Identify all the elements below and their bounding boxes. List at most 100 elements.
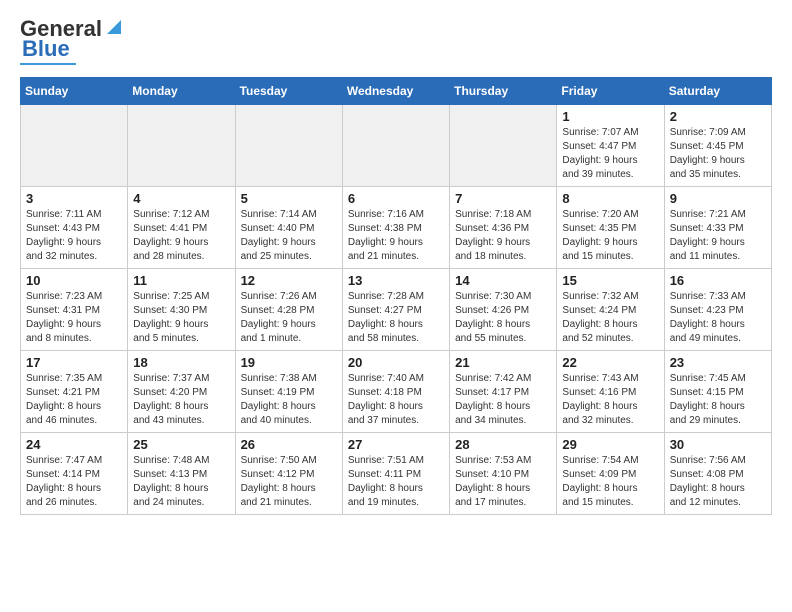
day-number: 15 [562,273,658,288]
week-row-2: 3 Sunrise: 7:11 AM Sunset: 4:43 PM Daylig… [21,187,772,269]
day-number: 16 [670,273,766,288]
calendar-cell: 14 Sunrise: 7:30 AM Sunset: 4:26 PM Dayli… [450,269,557,351]
calendar-cell: 17 Sunrise: 7:35 AM Sunset: 4:21 PM Dayli… [21,351,128,433]
day-number: 3 [26,191,122,206]
day-info: Sunrise: 7:45 AM Sunset: 4:15 PM Dayligh… [670,372,766,428]
col-header-sunday: Sunday [21,78,128,105]
day-info: Sunrise: 7:30 AM Sunset: 4:26 PM Dayligh… [455,290,551,346]
header-row: SundayMondayTuesdayWednesdayThursdayFrid… [21,78,772,105]
day-info: Sunrise: 7:18 AM Sunset: 4:36 PM Dayligh… [455,208,551,264]
calendar-cell: 8 Sunrise: 7:20 AM Sunset: 4:35 PM Daylig… [557,187,664,269]
day-number: 5 [241,191,337,206]
day-number: 6 [348,191,444,206]
day-number: 2 [670,109,766,124]
calendar-cell: 15 Sunrise: 7:32 AM Sunset: 4:24 PM Dayli… [557,269,664,351]
calendar-cell: 1 Sunrise: 7:07 AM Sunset: 4:47 PM Daylig… [557,105,664,187]
week-row-5: 24 Sunrise: 7:47 AM Sunset: 4:14 PM Dayli… [21,433,772,515]
day-info: Sunrise: 7:11 AM Sunset: 4:43 PM Dayligh… [26,208,122,264]
day-number: 26 [241,437,337,452]
calendar-cell: 9Sunrise: 7:21 AM Sunset: 4:33 PM Daylig… [664,187,771,269]
day-number: 12 [241,273,337,288]
day-info: Sunrise: 7:14 AM Sunset: 4:40 PM Dayligh… [241,208,337,264]
col-header-tuesday: Tuesday [235,78,342,105]
calendar-table: SundayMondayTuesdayWednesdayThursdayFrid… [20,77,772,515]
day-info: Sunrise: 7:40 AM Sunset: 4:18 PM Dayligh… [348,372,444,428]
day-info: Sunrise: 7:20 AM Sunset: 4:35 PM Dayligh… [562,208,658,264]
day-number: 14 [455,273,551,288]
calendar-cell [128,105,235,187]
calendar-cell: 30 Sunrise: 7:56 AM Sunset: 4:08 PM Dayli… [664,433,771,515]
logo-blue: Blue [22,36,70,62]
day-number: 18 [133,355,229,370]
col-header-thursday: Thursday [450,78,557,105]
calendar-cell: 21 Sunrise: 7:42 AM Sunset: 4:17 PM Dayli… [450,351,557,433]
calendar-cell: 2 Sunrise: 7:09 AM Sunset: 4:45 PM Daylig… [664,105,771,187]
calendar-cell [342,105,449,187]
day-info: Sunrise: 7:33 AM Sunset: 4:23 PM Dayligh… [670,290,766,346]
day-number: 9 [670,191,766,206]
day-number: 11 [133,273,229,288]
day-info: Sunrise: 7:47 AM Sunset: 4:14 PM Dayligh… [26,454,122,510]
day-info: Sunrise: 7:54 AM Sunset: 4:09 PM Dayligh… [562,454,658,510]
day-info: Sunrise: 7:56 AM Sunset: 4:08 PM Dayligh… [670,454,766,510]
day-info: Sunrise: 7:50 AM Sunset: 4:12 PM Dayligh… [241,454,337,510]
day-info: Sunrise: 7:25 AM Sunset: 4:30 PM Dayligh… [133,290,229,346]
day-info: Sunrise: 7:53 AM Sunset: 4:10 PM Dayligh… [455,454,551,510]
logo: General Blue [20,16,125,65]
day-number: 20 [348,355,444,370]
day-number: 17 [26,355,122,370]
calendar-cell: 18 Sunrise: 7:37 AM Sunset: 4:20 PM Dayli… [128,351,235,433]
day-info: Sunrise: 7:07 AM Sunset: 4:47 PM Dayligh… [562,126,658,182]
day-info: Sunrise: 7:42 AM Sunset: 4:17 PM Dayligh… [455,372,551,428]
calendar-cell: 24 Sunrise: 7:47 AM Sunset: 4:14 PM Dayli… [21,433,128,515]
week-row-3: 10 Sunrise: 7:23 AM Sunset: 4:31 PM Dayli… [21,269,772,351]
calendar-cell: 6 Sunrise: 7:16 AM Sunset: 4:38 PM Daylig… [342,187,449,269]
calendar-cell: 3 Sunrise: 7:11 AM Sunset: 4:43 PM Daylig… [21,187,128,269]
day-number: 13 [348,273,444,288]
calendar-cell: 25 Sunrise: 7:48 AM Sunset: 4:13 PM Dayli… [128,433,235,515]
day-info: Sunrise: 7:12 AM Sunset: 4:41 PM Dayligh… [133,208,229,264]
calendar-cell: 13 Sunrise: 7:28 AM Sunset: 4:27 PM Dayli… [342,269,449,351]
day-number: 27 [348,437,444,452]
calendar-cell: 10 Sunrise: 7:23 AM Sunset: 4:31 PM Dayli… [21,269,128,351]
calendar-cell [21,105,128,187]
day-info: Sunrise: 7:32 AM Sunset: 4:24 PM Dayligh… [562,290,658,346]
day-info: Sunrise: 7:37 AM Sunset: 4:20 PM Dayligh… [133,372,229,428]
calendar-cell: 23 Sunrise: 7:45 AM Sunset: 4:15 PM Dayli… [664,351,771,433]
header: General Blue [20,16,772,65]
page: General Blue SundayMondayTuesdayWednesda… [0,0,792,525]
calendar-cell: 4Sunrise: 7:12 AM Sunset: 4:41 PM Daylig… [128,187,235,269]
calendar-cell: 22Sunrise: 7:43 AM Sunset: 4:16 PM Dayli… [557,351,664,433]
calendar-cell: 16 Sunrise: 7:33 AM Sunset: 4:23 PM Dayli… [664,269,771,351]
calendar-cell: 27 Sunrise: 7:51 AM Sunset: 4:11 PM Dayli… [342,433,449,515]
calendar-cell: 20 Sunrise: 7:40 AM Sunset: 4:18 PM Dayli… [342,351,449,433]
day-number: 10 [26,273,122,288]
day-info: Sunrise: 7:35 AM Sunset: 4:21 PM Dayligh… [26,372,122,428]
calendar-cell: 12Sunrise: 7:26 AM Sunset: 4:28 PM Dayli… [235,269,342,351]
day-info: Sunrise: 7:23 AM Sunset: 4:31 PM Dayligh… [26,290,122,346]
day-info: Sunrise: 7:09 AM Sunset: 4:45 PM Dayligh… [670,126,766,182]
day-number: 30 [670,437,766,452]
day-number: 1 [562,109,658,124]
calendar-cell: 7Sunrise: 7:18 AM Sunset: 4:36 PM Daylig… [450,187,557,269]
day-info: Sunrise: 7:16 AM Sunset: 4:38 PM Dayligh… [348,208,444,264]
day-number: 8 [562,191,658,206]
calendar-cell [450,105,557,187]
logo-underline [20,63,76,65]
day-number: 24 [26,437,122,452]
day-number: 23 [670,355,766,370]
col-header-monday: Monday [128,78,235,105]
day-info: Sunrise: 7:28 AM Sunset: 4:27 PM Dayligh… [348,290,444,346]
calendar-cell: 29 Sunrise: 7:54 AM Sunset: 4:09 PM Dayli… [557,433,664,515]
day-number: 28 [455,437,551,452]
col-header-friday: Friday [557,78,664,105]
day-number: 29 [562,437,658,452]
calendar-cell: 5 Sunrise: 7:14 AM Sunset: 4:40 PM Daylig… [235,187,342,269]
day-info: Sunrise: 7:48 AM Sunset: 4:13 PM Dayligh… [133,454,229,510]
day-number: 19 [241,355,337,370]
day-info: Sunrise: 7:51 AM Sunset: 4:11 PM Dayligh… [348,454,444,510]
day-info: Sunrise: 7:43 AM Sunset: 4:16 PM Dayligh… [562,372,658,428]
day-number: 21 [455,355,551,370]
day-number: 25 [133,437,229,452]
calendar-cell: 11 Sunrise: 7:25 AM Sunset: 4:30 PM Dayli… [128,269,235,351]
